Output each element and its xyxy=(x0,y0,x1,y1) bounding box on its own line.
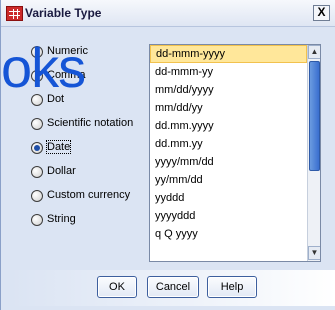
radio-label: Comma xyxy=(47,69,86,81)
list-item[interactable]: dd.mm.yyyy xyxy=(150,117,307,135)
radio-label: Dollar xyxy=(47,165,76,177)
dialog-title: Variable Type xyxy=(25,6,102,20)
chevron-down-icon: ▼ xyxy=(310,248,319,257)
chevron-up-icon: ▲ xyxy=(310,47,319,56)
list-item[interactable]: mm/dd/yyyy xyxy=(150,81,307,99)
radio-label: Custom currency xyxy=(47,189,131,201)
list-item[interactable]: yyyyddd xyxy=(150,207,307,225)
radio-button[interactable] xyxy=(31,46,43,58)
radio-button[interactable] xyxy=(31,190,43,202)
cancel-button[interactable]: Cancel xyxy=(147,276,199,298)
radio-button[interactable] xyxy=(31,214,43,226)
title-bar[interactable]: Variable Type X xyxy=(1,0,335,27)
radio-label: Dot xyxy=(47,93,65,105)
help-button[interactable]: Help xyxy=(207,276,257,298)
list-item[interactable]: dd.mm.yy xyxy=(150,135,307,153)
ok-button[interactable]: OK xyxy=(97,276,137,298)
variable-type-dialog: Variable Type X Numeric Comma Dot Scient… xyxy=(0,0,335,310)
scroll-down-button[interactable]: ▼ xyxy=(308,246,320,260)
scroll-thumb[interactable] xyxy=(309,61,320,171)
radio-button[interactable] xyxy=(31,94,43,106)
vertical-scrollbar[interactable]: ▲ ▼ xyxy=(307,45,320,261)
list-item[interactable]: q Q yyyy xyxy=(150,225,307,243)
radio-label: Date xyxy=(45,140,72,154)
radio-label: Numeric xyxy=(47,45,88,57)
radio-label: Scientific notation xyxy=(47,117,134,129)
close-button[interactable]: X xyxy=(313,5,330,21)
list-item[interactable]: yyyy/mm/dd xyxy=(150,153,307,171)
list-item[interactable]: yyddd xyxy=(150,189,307,207)
list-item[interactable]: dd-mmm-yyyy xyxy=(150,45,307,63)
radio-button[interactable] xyxy=(31,118,43,130)
date-format-list[interactable]: dd-mmm-yyyy dd-mmm-yy mm/dd/yyyy mm/dd/y… xyxy=(149,44,321,262)
list-item[interactable]: yy/mm/dd xyxy=(150,171,307,189)
list-item[interactable]: dd-mmm-yy xyxy=(150,63,307,81)
list-item[interactable]: mm/dd/yy xyxy=(150,99,307,117)
scroll-up-button[interactable]: ▲ xyxy=(308,45,320,59)
radio-button[interactable] xyxy=(31,166,43,178)
radio-button[interactable] xyxy=(31,70,43,82)
list-items: dd-mmm-yyyy dd-mmm-yy mm/dd/yyyy mm/dd/y… xyxy=(150,45,307,243)
close-icon: X xyxy=(317,5,326,19)
radio-label: String xyxy=(47,213,76,225)
table-icon xyxy=(6,6,23,21)
radio-button-checked[interactable] xyxy=(31,142,43,154)
